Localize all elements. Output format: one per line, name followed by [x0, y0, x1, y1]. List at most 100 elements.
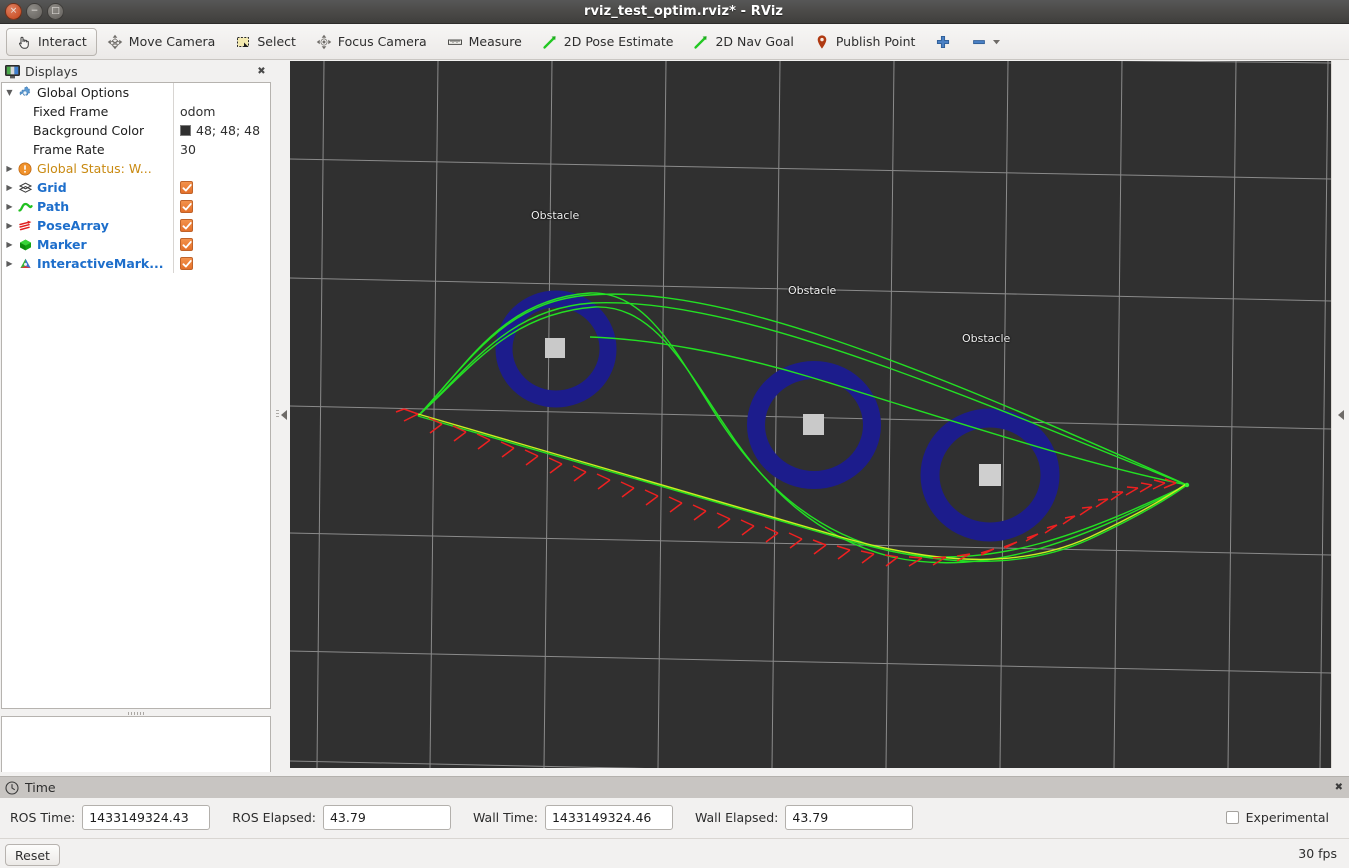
frame-rate-value[interactable]: 30 — [180, 142, 196, 157]
wall-time-label: Wall Time: — [472, 809, 538, 825]
tree-label: InteractiveMark... — [37, 256, 164, 271]
background-color-value[interactable]: 48; 48; 48 — [196, 123, 260, 138]
expander-icon[interactable]: ▶ — [2, 259, 17, 268]
hand-cursor-icon — [16, 34, 32, 50]
tree-row-fixed-frame[interactable]: Fixed Frame odom — [2, 102, 270, 121]
obstacle-label-3: Obstacle — [962, 332, 1011, 345]
displays-close-icon[interactable]: ✖ — [255, 65, 268, 78]
tree-value — [173, 159, 270, 178]
wall-elapsed-input[interactable]: 43.79 — [785, 804, 914, 830]
tree-label: Marker — [37, 237, 87, 252]
window-minimize-button[interactable]: − — [26, 3, 43, 20]
scene-canvas — [290, 61, 1331, 768]
tool-add-button[interactable] — [925, 28, 961, 56]
tool-2d-nav-goal-label: 2D Nav Goal — [715, 34, 794, 49]
expander-icon[interactable]: ▶ — [2, 202, 17, 211]
displays-panel: Displays ✖ ▼ Global Options Fixed Frame — [0, 61, 272, 825]
tool-publish-point[interactable]: Publish Point — [804, 28, 926, 56]
tool-focus-camera[interactable]: Focus Camera — [306, 28, 437, 56]
green-arrow-icon — [543, 35, 556, 49]
fixed-frame-value[interactable]: odom — [180, 104, 215, 119]
tree-label: Frame Rate — [33, 142, 105, 157]
ros-elapsed-label: ROS Elapsed: — [232, 809, 316, 825]
maximize-icon: □ — [51, 6, 60, 16]
tool-publish-point-label: Publish Point — [835, 34, 916, 49]
tool-2d-pose-estimate[interactable]: 2D Pose Estimate — [532, 28, 684, 56]
fps-indicator: 30 fps — [1298, 846, 1337, 861]
tool-move-camera[interactable]: Move Camera — [97, 28, 226, 56]
tool-2d-nav-goal[interactable]: 2D Nav Goal — [683, 28, 803, 56]
tool-measure[interactable]: Measure — [437, 28, 532, 56]
left-panel-splitter[interactable] — [272, 61, 290, 768]
tree-row-posearray[interactable]: ▶ PoseArray — [2, 216, 270, 235]
path-visibility-checkbox[interactable] — [180, 200, 193, 213]
expander-icon[interactable]: ▼ — [2, 88, 17, 97]
tree-row-grid[interactable]: ▶ Grid — [2, 178, 270, 197]
marker-visibility-checkbox[interactable] — [180, 238, 193, 251]
tool-2d-pose-estimate-label: 2D Pose Estimate — [563, 34, 674, 49]
expander-icon[interactable]: ▶ — [2, 164, 17, 173]
tree-label: PoseArray — [37, 218, 109, 233]
ros-elapsed-input[interactable]: 43.79 — [322, 804, 451, 830]
grid-icon — [17, 180, 33, 196]
expander-icon[interactable]: ▶ — [2, 240, 17, 249]
tree-label: Global Options — [37, 85, 130, 100]
tool-focus-camera-label: Focus Camera — [337, 34, 427, 49]
tree-label: Grid — [37, 180, 67, 195]
tree-row-background-color[interactable]: Background Color 48; 48; 48 — [2, 121, 270, 140]
displays-panel-title: Displays — [25, 64, 78, 79]
right-panel-splitter[interactable] — [1331, 61, 1349, 768]
tool-select-label: Select — [257, 34, 296, 49]
collapse-left-arrow-icon[interactable] — [280, 409, 287, 420]
experimental-checkbox[interactable] — [1225, 810, 1239, 824]
window-close-button[interactable]: × — [5, 3, 22, 20]
render-viewport-3d[interactable]: Obstacle Obstacle Obstacle — [290, 61, 1331, 768]
window-maximize-button[interactable]: □ — [47, 3, 64, 20]
tree-row-global-status[interactable]: ▶ Global Status: W... — [2, 159, 270, 178]
tree-label: Background Color — [33, 123, 145, 138]
tree-row-marker[interactable]: ▶ Marker — [2, 235, 270, 254]
reset-button[interactable]: Reset — [5, 844, 60, 866]
expander-icon[interactable]: ▶ — [2, 183, 17, 192]
posearray-visibility-checkbox[interactable] — [180, 219, 193, 232]
plus-icon — [937, 35, 950, 48]
tree-row-path[interactable]: ▶ Path — [2, 197, 270, 216]
close-icon: × — [9, 6, 18, 16]
ruler-icon — [447, 39, 462, 45]
time-panel-divider — [0, 838, 1349, 839]
path-curve-icon — [17, 199, 33, 215]
tool-select[interactable]: Select — [225, 28, 306, 56]
wall-time-input[interactable]: 1433149324.46 — [544, 804, 673, 830]
tool-interact-label: Interact — [38, 34, 87, 49]
expander-icon[interactable]: ▶ — [2, 221, 17, 230]
window-title: rviz_test_optim.rviz* - RViz — [583, 4, 784, 19]
tree-row-interactivemarkers[interactable]: ▶ InteractiveMark... — [2, 254, 270, 273]
tool-move-camera-label: Move Camera — [128, 34, 216, 49]
tool-interact[interactable]: Interact — [6, 27, 97, 56]
ros-time-label: ROS Time: — [10, 809, 76, 825]
tool-remove-button[interactable] — [961, 28, 1011, 56]
clock-icon — [5, 780, 19, 795]
time-panel-title: Time — [25, 780, 56, 795]
tree-label: Fixed Frame — [33, 104, 109, 119]
displays-panel-header: Displays ✖ — [0, 61, 272, 82]
obstacle-cube-1 — [545, 338, 565, 358]
grid-visibility-checkbox[interactable] — [180, 181, 193, 194]
tree-value — [173, 83, 270, 102]
chevron-down-icon[interactable] — [992, 37, 1001, 46]
ros-time-input[interactable]: 1433149324.43 — [82, 804, 211, 830]
window-titlebar: × − □ rviz_test_optim.rviz* - RViz — [0, 0, 1349, 24]
collapse-right-arrow-icon[interactable] — [1337, 409, 1344, 420]
interactivemarkers-visibility-checkbox[interactable] — [180, 257, 193, 270]
tree-row-global-options[interactable]: ▼ Global Options — [2, 83, 270, 102]
tree-label: Path — [37, 199, 70, 214]
main-toolbar: Interact Move Camera Select Focus Camera… — [0, 24, 1349, 60]
displays-tree[interactable]: ▼ Global Options Fixed Frame odom Backgr… — [1, 82, 271, 709]
pose-arrows-icon — [17, 218, 33, 234]
color-swatch[interactable] — [180, 125, 191, 136]
tree-row-frame-rate[interactable]: Frame Rate 30 — [2, 140, 270, 159]
map-pin-icon — [817, 34, 827, 49]
warning-icon — [17, 161, 33, 177]
time-panel-close-icon[interactable]: ✖ — [1335, 782, 1343, 793]
path-candidate-4 — [417, 306, 1188, 564]
